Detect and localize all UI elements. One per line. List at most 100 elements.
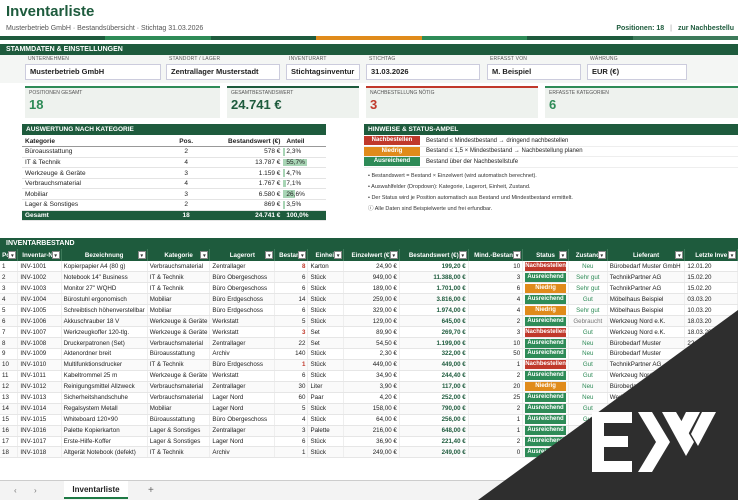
cell-8[interactable]: 199,20 € [399,261,469,273]
cell-2[interactable]: Erste-Hilfe-Koffer [61,436,148,448]
cell-7[interactable]: 249,00 € [343,446,400,459]
cell-7[interactable]: 949,00 € [343,271,400,284]
cell-1[interactable]: INV-1006 [17,315,62,328]
filter-dropdown-icon[interactable]: ▾ [265,251,274,259]
filter-dropdown-icon[interactable]: ▾ [200,251,209,259]
cell-3[interactable]: Mobiliar [147,293,211,306]
cell-5[interactable]: 8 [274,261,309,273]
column-header-9[interactable]: Mind.-Bestand ▾ [468,249,524,261]
cell-7[interactable]: 34,90 € [343,370,400,382]
cell-4[interactable]: Zentrallager [209,261,276,273]
cell-0[interactable]: 15 [0,414,19,426]
cell-5[interactable]: 6 [274,436,309,448]
cell-8[interactable]: 117,00 € [399,381,469,393]
cell-6[interactable]: Stück [307,359,345,371]
cell-0[interactable]: 9 [0,348,19,360]
cell-6[interactable]: Stück [307,436,345,448]
cell-9[interactable]: 6 [468,282,524,295]
column-header-10[interactable]: Status ▾ [522,249,569,261]
cell-4[interactable]: Büro Obergeschoss [209,282,276,295]
cell-8[interactable]: 256,00 € [399,414,469,426]
cell-4[interactable]: Büro Erdgeschoss [209,304,276,317]
cell-1[interactable]: INV-1011 [17,370,62,382]
cell-0[interactable]: 1 [0,261,19,273]
cell-2[interactable]: Whiteboard 120×90 [61,414,148,426]
cell-7[interactable]: 129,00 € [343,315,400,328]
cell-2[interactable]: Druckerpatronen (Set) [61,337,148,349]
cell-3[interactable]: Verbrauchsmaterial [147,337,211,349]
cell-2[interactable]: Bürostuhl ergonomisch [61,293,148,306]
cell-4[interactable]: Archiv [209,348,276,360]
cell-3[interactable]: Mobiliar [147,304,211,317]
cell-2[interactable]: Altgerät Notebook (defekt) [61,446,148,459]
filter-dropdown-icon[interactable]: ▾ [597,251,606,259]
cell-3[interactable]: Werkzeuge & Geräte [147,326,211,339]
cell-3[interactable]: Verbrauchsmaterial [147,261,211,273]
cell-0[interactable]: 10 [0,359,19,371]
cell-13[interactable]: 15.02.20 [684,282,738,295]
table-row[interactable]: 4 INV-1004 Bürostuhl ergonomisch Mobiliar Bü… [0,293,738,306]
cell-3[interactable]: IT & Technik [147,359,211,371]
cell-8[interactable]: 3.816,00 € [399,293,469,306]
cell-7[interactable]: 259,00 € [343,293,400,306]
cell-0[interactable]: 7 [0,326,19,339]
column-header-13[interactable]: Letzte Inve ▾ [684,249,738,261]
cell-5[interactable]: 6 [274,271,309,284]
column-header-8[interactable]: Bestandswert (€) ▾ [399,249,469,261]
cell-11[interactable]: Neu [568,261,608,273]
cell-7[interactable]: 64,00 € [343,414,400,426]
cell-8[interactable]: 221,40 € [399,436,469,448]
cell-8[interactable]: 645,00 € [399,315,469,328]
cell-4[interactable]: Büro Erdgeschoss [209,359,276,371]
cell-11[interactable]: Sehr gut [568,282,608,295]
tab-next-button[interactable]: › [34,486,37,495]
cell-3[interactable]: Werkzeuge & Geräte [147,315,211,328]
cell-7[interactable]: 158,00 € [343,403,400,415]
cell-0[interactable]: 12 [0,381,19,393]
cell-8[interactable]: 244,40 € [399,370,469,382]
filter-dropdown-icon[interactable]: ▾ [513,251,522,259]
column-header-0[interactable]: Pos.▾ [0,249,19,261]
field-value[interactable]: Musterbetrieb GmbH [25,64,161,80]
cell-1[interactable]: INV-1012 [17,381,62,393]
cell-5[interactable]: 60 [274,392,309,404]
cell-7[interactable]: 4,20 € [343,392,400,404]
cell-10[interactable]: Niedrig [522,282,569,295]
cell-12[interactable]: TechnikPartner AG [607,282,686,295]
cell-1[interactable]: INV-1010 [17,359,62,371]
cell-4[interactable]: Archiv [209,446,276,459]
cell-4[interactable]: Lager Nord [209,436,276,448]
field-value[interactable]: M. Beispiel [487,64,581,80]
filter-dropdown-icon[interactable]: ▾ [558,251,567,259]
cell-6[interactable]: Stück [307,293,345,306]
cell-0[interactable]: 16 [0,425,19,437]
cell-0[interactable]: 14 [0,403,19,415]
cell-10[interactable]: Nachbestellen [522,261,569,273]
cell-7[interactable]: 2,30 € [343,348,400,360]
cell-6[interactable]: Stück [307,446,345,459]
tab-inventarliste[interactable]: Inventarliste [64,481,128,499]
cell-4[interactable]: Werkstatt [209,326,276,339]
cell-12[interactable]: TechnikPartner AG [607,271,686,284]
cell-3[interactable]: IT & Technik [147,446,211,459]
field-value[interactable]: Zentrallager Musterstadt [166,64,280,80]
field-value[interactable]: 31.03.2026 [366,64,480,80]
cell-7[interactable]: 54,50 € [343,337,400,349]
cell-5[interactable]: 3 [274,425,309,437]
nachbestellung-link[interactable]: zur Nachbestellu [678,25,734,32]
cell-7[interactable]: 24,90 € [343,261,400,273]
cell-5[interactable]: 6 [274,304,309,317]
cell-12[interactable]: Möbelhaus Beispiel [607,293,686,306]
filter-dropdown-icon[interactable]: ▾ [675,251,684,259]
cell-6[interactable]: Stück [307,414,345,426]
cell-2[interactable]: Regalsystem Metall [61,403,148,415]
column-header-5[interactable]: Bestand ▾ [274,249,309,261]
cell-4[interactable]: Werkstatt [209,370,276,382]
cell-11[interactable]: Gut [568,293,608,306]
cell-6[interactable]: Stück [307,304,345,317]
cell-2[interactable]: Schreibtisch höhenverstellbar [61,304,148,317]
cell-5[interactable]: 140 [274,348,309,360]
filter-dropdown-icon[interactable]: ▾ [137,251,146,259]
cell-2[interactable]: Akkuschrauber 18 V [61,315,148,328]
cell-4[interactable]: Zentrallager [209,381,276,393]
